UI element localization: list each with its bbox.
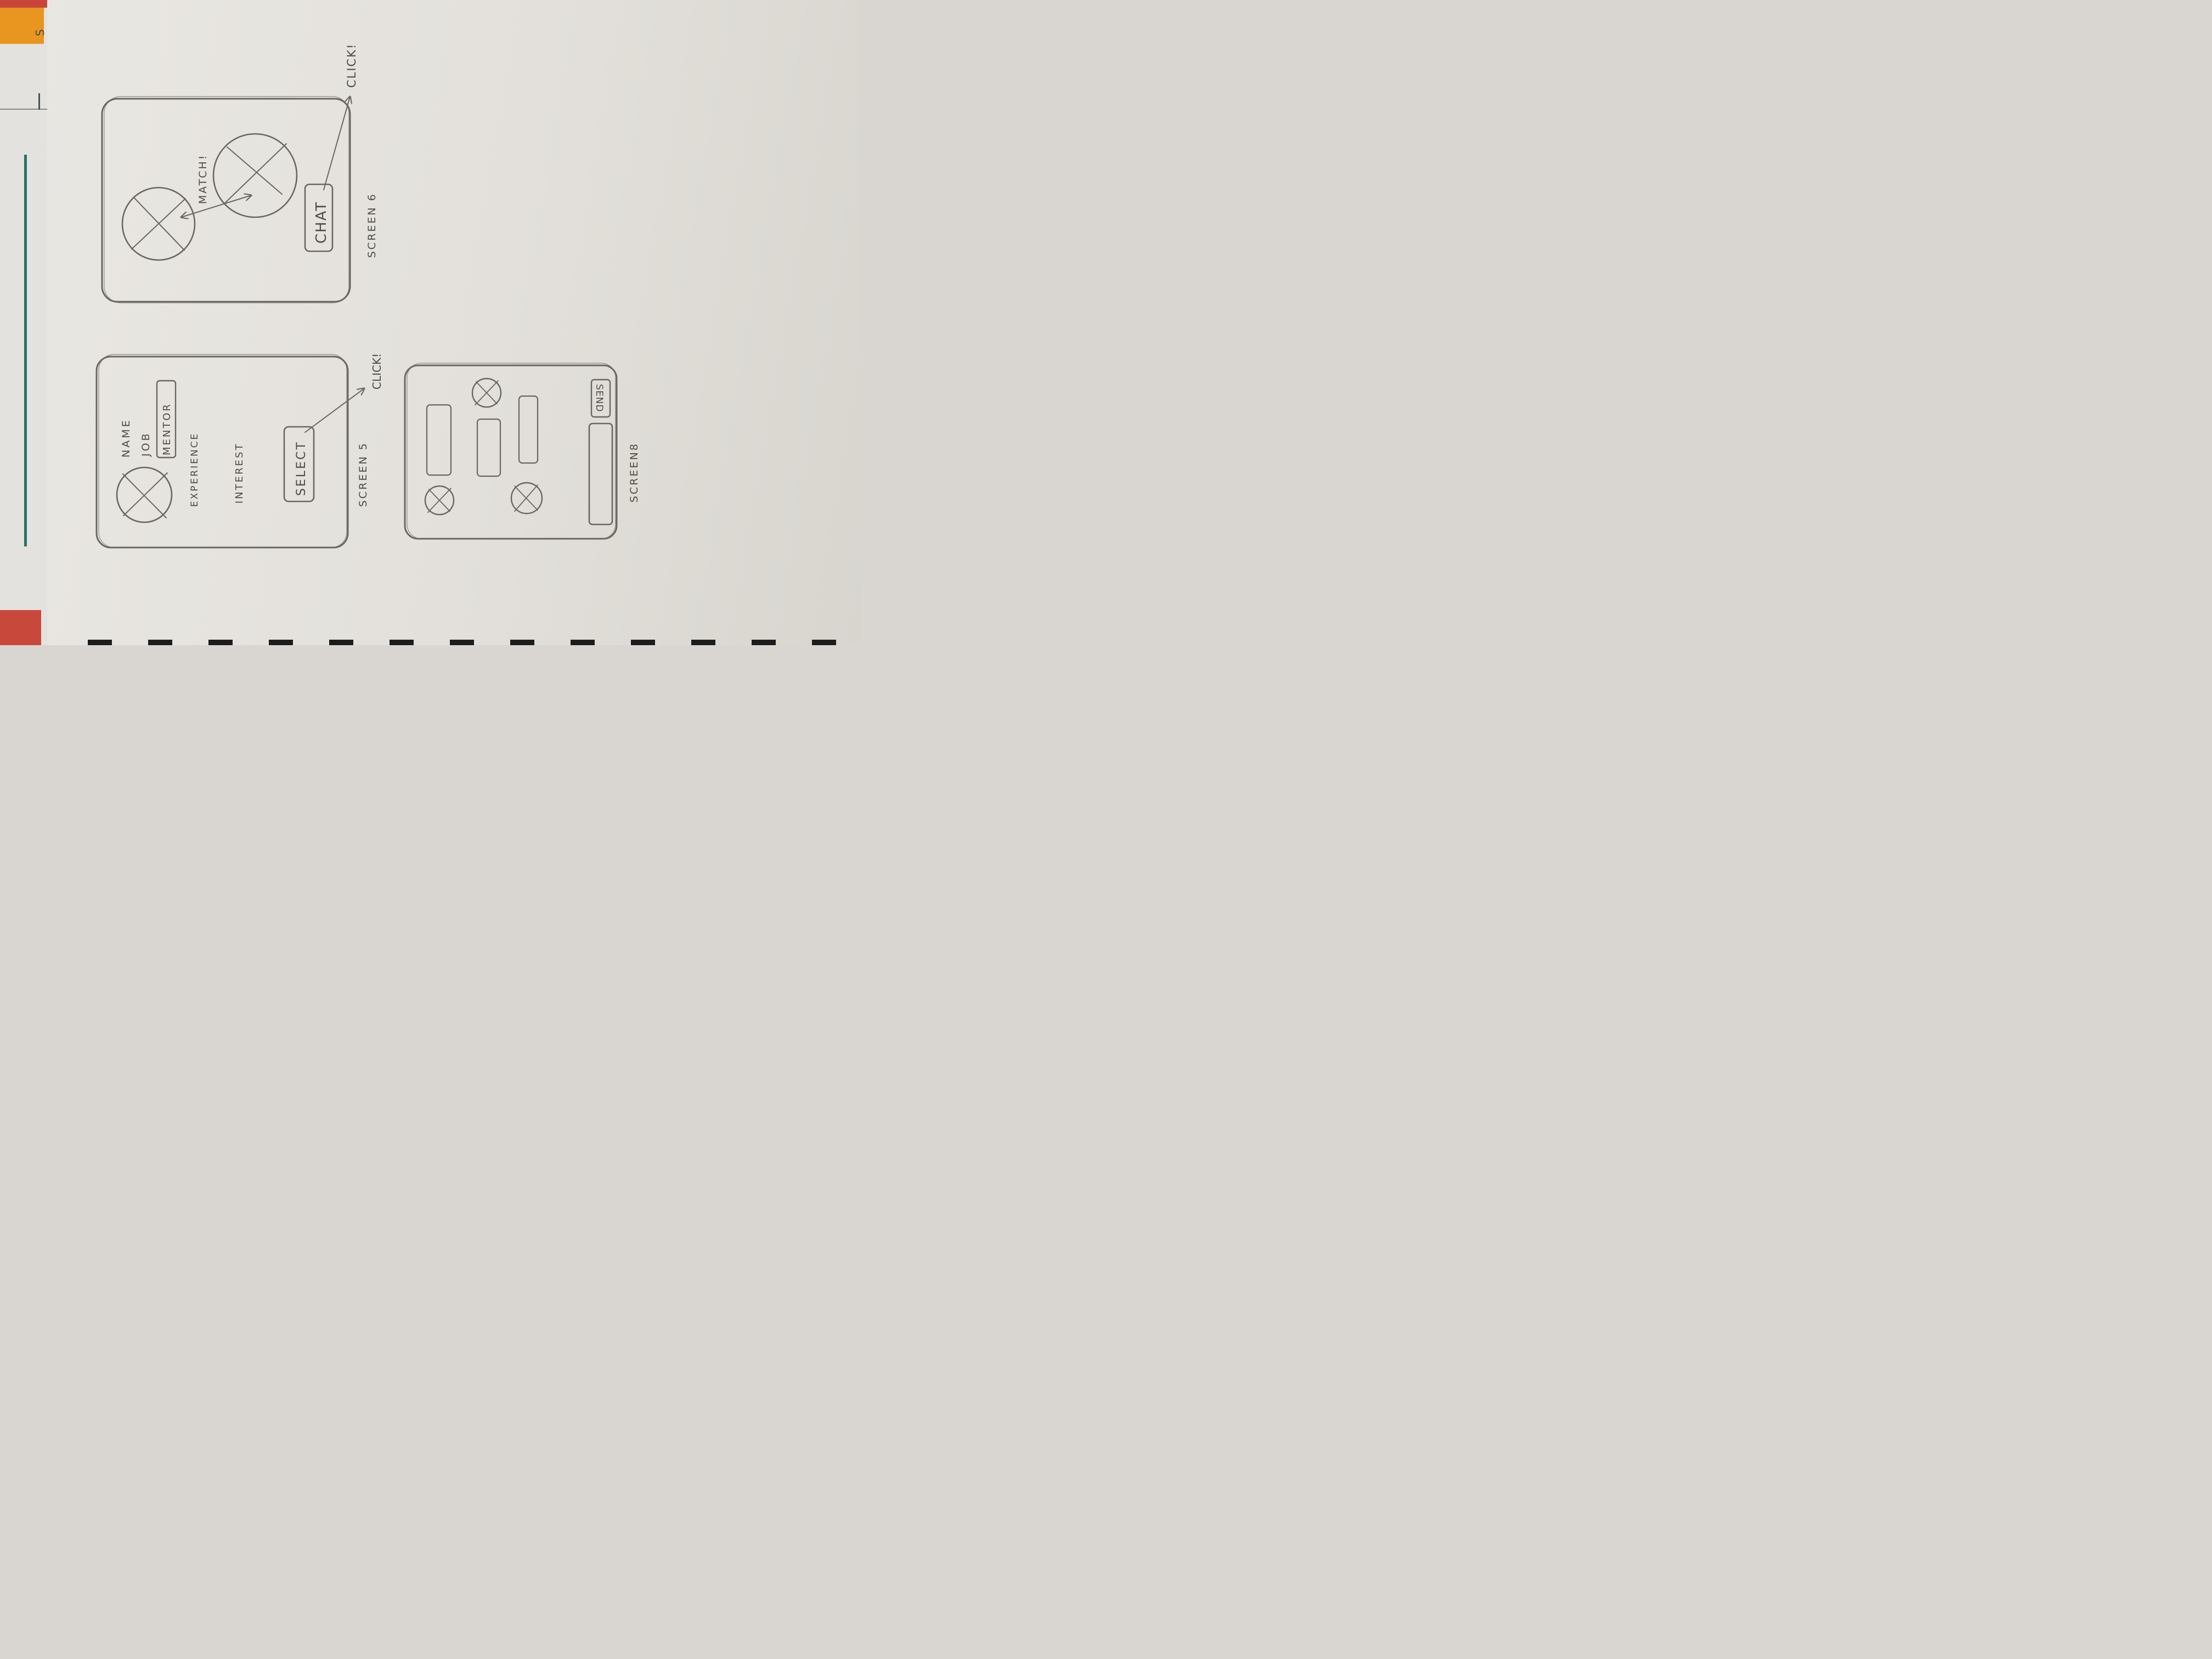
- screen8-message-bubble-3: [518, 395, 539, 464]
- screen5-select-button[interactable]: SELECT: [283, 426, 315, 503]
- screen5-select-label[interactable]: SELECT: [295, 441, 308, 496]
- screen6-chat-label[interactable]: CHAT: [313, 201, 330, 244]
- screen5-caption: SCREEN 5: [357, 442, 369, 507]
- screen6-chat-button[interactable]: CHAT: [304, 183, 334, 252]
- screen5-mentor-tag: MENTOR: [161, 403, 173, 455]
- screen6-match-label: MATCH!: [197, 154, 209, 204]
- screen8-avatar-left-1: [424, 485, 455, 516]
- screen8-message-bubble-2: [476, 418, 501, 477]
- screen5-frame: [95, 356, 349, 549]
- screen5-click-note: CLICK!: [370, 353, 383, 390]
- screen5-job-label: JOB: [140, 431, 152, 457]
- screen8-send-button[interactable]: SEND: [590, 379, 611, 418]
- screen6-wireframe: MATCH! CHAT CLICK! SCREEN 6: [101, 43, 378, 303]
- screen8-frame: [404, 364, 618, 540]
- screen8-message-bubble-1: [426, 404, 452, 476]
- screen6-user-avatar-placeholder: [121, 187, 196, 261]
- screen6-mentor-avatar-placeholder: [212, 133, 298, 218]
- wireframe-sketch: S NAME JOB MENTOR EXPERIENCE INTEREST SE…: [33, 29, 640, 549]
- screen5-avatar-placeholder: [116, 466, 173, 523]
- screen8-caption: SCREEN8: [628, 442, 640, 503]
- screen5-wireframe: NAME JOB MENTOR EXPERIENCE INTEREST SELE…: [95, 353, 383, 549]
- edge-text: S: [33, 29, 47, 36]
- screen8-wireframe: SEND SCREEN8: [404, 363, 640, 540]
- screen8-avatar-left-2: [510, 482, 543, 515]
- screen8-avatar-right-1: [471, 377, 502, 408]
- screen5-name-label: NAME: [120, 418, 132, 458]
- screen5-click-arrow: [304, 388, 364, 433]
- screen6-caption: SCREEN 6: [366, 193, 378, 258]
- screen6-click-arrow: [323, 97, 350, 190]
- screen5-interest-label: INTEREST: [234, 443, 245, 504]
- screen8-send-label[interactable]: SEND: [594, 384, 605, 412]
- screen5-experience-label: EXPERIENCE: [189, 432, 200, 507]
- screen6-click-note: CLICK!: [345, 43, 358, 88]
- screen8-message-input[interactable]: [588, 422, 613, 526]
- screen6-frame: [101, 98, 351, 303]
